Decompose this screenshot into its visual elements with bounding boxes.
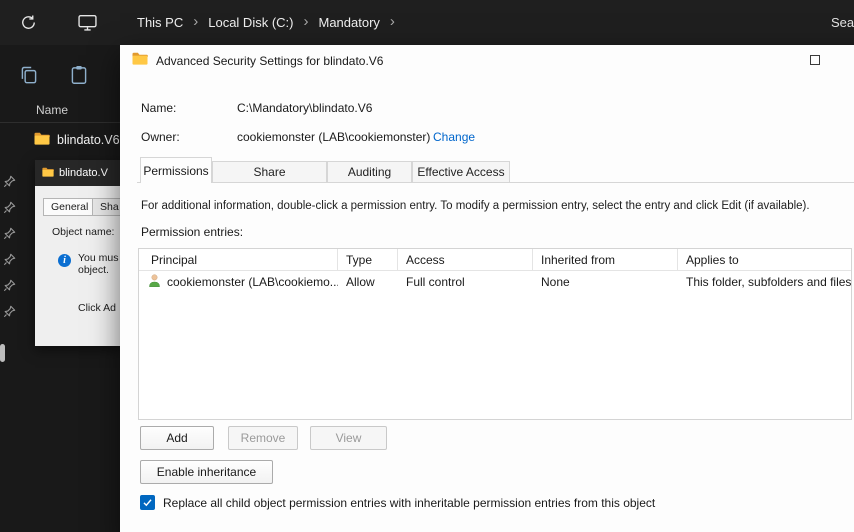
checkmark-icon (143, 499, 152, 507)
column-header-inherited-from[interactable]: Inherited from (533, 249, 678, 270)
tab-effective-access[interactable]: Effective Access (412, 161, 510, 182)
column-header-type[interactable]: Type (338, 249, 398, 270)
advanced-security-dialog: Advanced Security Settings for blindato.… (120, 45, 854, 532)
properties-dialog-title: blindato.V (59, 167, 108, 179)
enable-inheritance-button[interactable]: Enable inheritance (140, 460, 273, 484)
chevron-right-icon: › (389, 13, 395, 30)
properties-dialog: blindato.V General Sha Object name: i Yo… (35, 160, 123, 346)
breadcrumb-local-disk-c[interactable]: Local Disk (C:) (199, 11, 302, 34)
column-header-principal[interactable]: Principal (139, 249, 338, 270)
pin-icon (3, 175, 16, 188)
permission-entries-label: Permission entries: (141, 225, 244, 239)
view-button[interactable]: View (310, 426, 387, 450)
cell-applies-to: This folder, subfolders and files (686, 275, 851, 289)
folder-icon (42, 167, 54, 180)
pin-icon (3, 279, 16, 292)
tab-permissions[interactable]: Permissions (140, 157, 212, 183)
header-divider (0, 122, 120, 123)
folder-icon (34, 132, 50, 148)
properties-dialog-titlebar: blindato.V (35, 160, 123, 186)
copy-icon[interactable] (18, 64, 40, 86)
column-header-applies-to[interactable]: Applies to (678, 249, 851, 270)
scrollbar-thumb[interactable] (0, 344, 5, 362)
tab-sharing[interactable]: Sha (92, 198, 123, 216)
column-header-name[interactable]: Name (36, 103, 68, 117)
breadcrumb-mandatory[interactable]: Mandatory (309, 11, 388, 34)
pin-icon (3, 227, 16, 240)
replace-permissions-label: Replace all child object permission entr… (163, 496, 656, 510)
click-advanced-hint: Click Ad (78, 302, 116, 314)
cell-type: Allow (346, 275, 375, 289)
this-pc-icon[interactable] (78, 14, 97, 31)
breadcrumb: This PC › Local Disk (C:) › Mandatory › (128, 0, 396, 45)
name-value: C:\Mandatory\blindato.V6 (237, 101, 373, 115)
tab-auditing[interactable]: Auditing (327, 161, 412, 182)
remove-button[interactable]: Remove (228, 426, 298, 450)
maximize-icon (810, 55, 820, 65)
owner-value: cookiemonster (LAB\cookiemonster) (237, 130, 431, 144)
dialog-title: Advanced Security Settings for blindato.… (156, 54, 384, 68)
permission-entries-table: Principal Type Access Inherited from App… (138, 248, 852, 420)
pin-icon (3, 305, 16, 318)
chevron-right-icon: › (303, 13, 309, 30)
permissions-warning-line2: object. (78, 264, 109, 276)
maximize-button[interactable] (792, 45, 838, 75)
name-label: Name: (141, 101, 177, 115)
object-name-label: Object name: (52, 226, 115, 238)
tab-share[interactable]: Share (212, 161, 327, 182)
pin-icon (3, 201, 16, 214)
permissions-warning-line1: You mus (78, 252, 119, 264)
column-header-access[interactable]: Access (398, 249, 533, 270)
cell-inherited-from: None (541, 275, 570, 289)
folder-icon (132, 52, 148, 68)
cell-principal: cookiemonster (LAB\cookiemo... (167, 275, 338, 289)
chevron-right-icon: › (193, 13, 199, 30)
cell-access: Full control (406, 275, 465, 289)
tab-strip-divider (137, 182, 854, 183)
file-list-item-blindato[interactable]: blindato.V6 (34, 129, 120, 151)
owner-label: Owner: (141, 130, 180, 144)
file-name-label: blindato.V6 (57, 133, 120, 147)
pin-icon (3, 253, 16, 266)
replace-permissions-checkbox[interactable] (140, 495, 155, 510)
table-header-row: Principal Type Access Inherited from App… (139, 249, 851, 271)
add-button[interactable]: Add (140, 426, 214, 450)
permissions-description: For additional information, double-click… (141, 200, 810, 212)
table-row[interactable]: cookiemonster (LAB\cookiemo... Allow Ful… (139, 271, 851, 293)
breadcrumb-this-pc[interactable]: This PC (128, 11, 192, 34)
user-icon (147, 273, 162, 291)
change-owner-link[interactable]: Change (433, 130, 475, 144)
tab-general[interactable]: General (43, 198, 97, 216)
search-input[interactable]: Sea (831, 0, 854, 45)
refresh-icon[interactable] (20, 14, 37, 31)
paste-icon[interactable] (68, 64, 90, 86)
explorer-address-bar: This PC › Local Disk (C:) › Mandatory › … (0, 0, 854, 45)
info-icon: i (58, 254, 71, 267)
